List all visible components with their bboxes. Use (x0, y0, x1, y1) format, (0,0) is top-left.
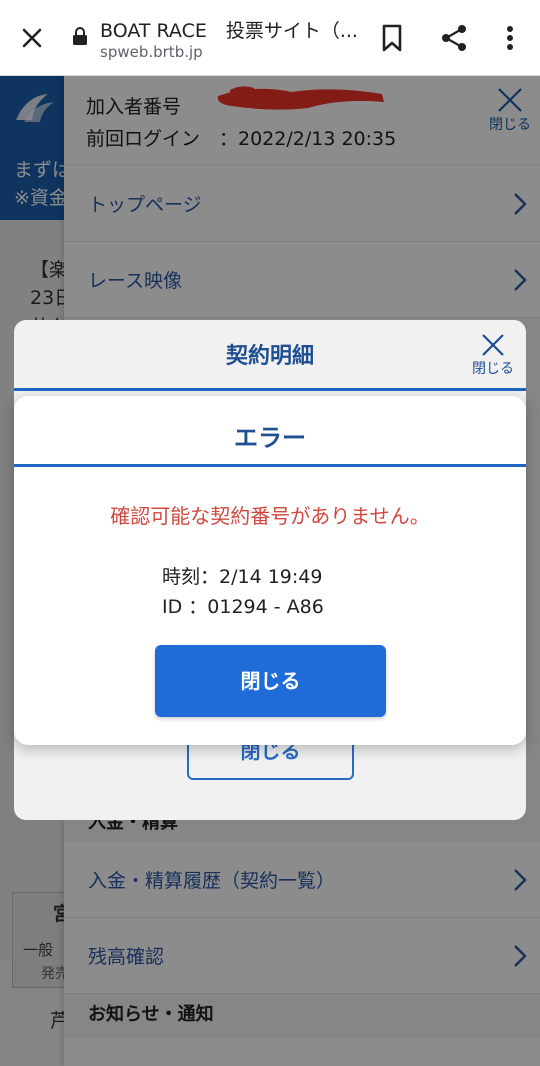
close-tab-icon[interactable] (16, 22, 48, 54)
error-id: ID ：01294 - A86 (162, 596, 324, 618)
url-text[interactable]: spweb.brtb.jp (100, 43, 203, 61)
page-title[interactable]: BOAT RACE 投票サイト（... (100, 16, 358, 43)
error-close-button-label: 閉じる (240, 669, 301, 693)
error-modal: エラー 確認可能な契約番号がありません。 時刻：2/14 19:49 ID ：0… (14, 396, 526, 745)
lock-icon (73, 27, 87, 45)
browser-toolbar: BOAT RACE 投票サイト（... spweb.brtb.jp (0, 0, 540, 76)
error-title-divider (14, 464, 526, 467)
error-close-button[interactable]: 閉じる (155, 645, 386, 717)
share-icon[interactable] (438, 22, 470, 54)
bookmark-icon[interactable] (378, 22, 406, 54)
contract-title-divider (14, 388, 526, 391)
error-title: エラー (234, 424, 306, 452)
contract-close-icon-button[interactable]: 閉じる (466, 332, 520, 388)
error-message: 確認可能な契約番号がありません。 (110, 504, 430, 528)
close-icon (482, 334, 504, 356)
more-options-icon[interactable] (500, 22, 520, 54)
contract-details-title: 契約明細 (225, 344, 314, 369)
contract-close-label: 閉じる (472, 361, 514, 377)
error-time: 時刻：2/14 19:49 (162, 566, 323, 588)
